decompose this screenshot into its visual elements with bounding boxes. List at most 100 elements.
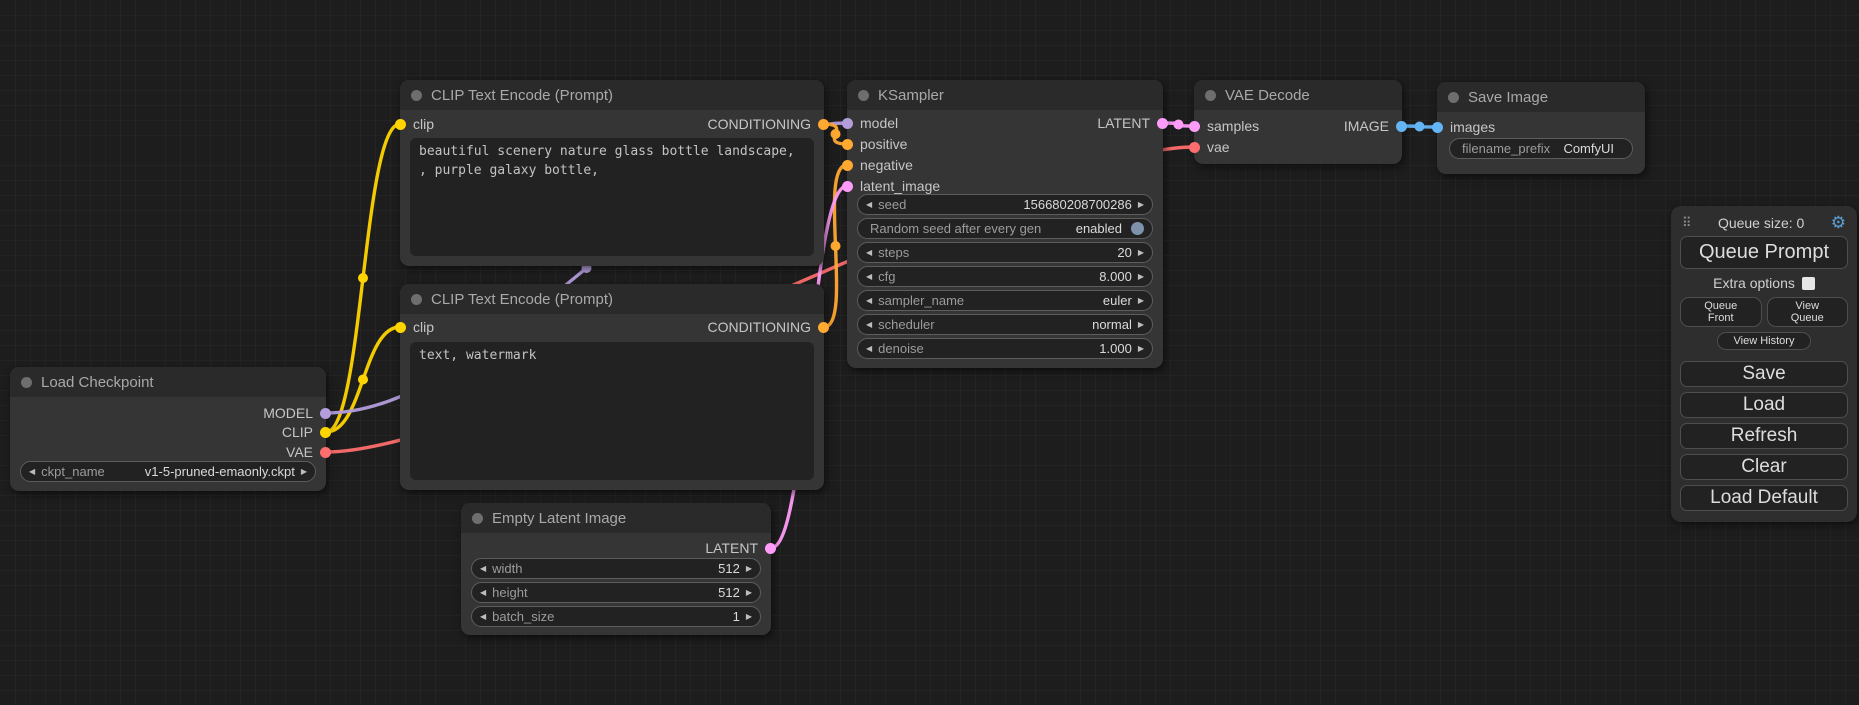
output-dot-latent[interactable] [1157,118,1168,129]
input-dot-model[interactable] [842,118,853,129]
link-midpoint-dot[interactable] [358,273,368,283]
arrow-right-icon[interactable]: ▶ [1138,201,1144,209]
output-slot-clip[interactable]: CLIP [282,422,331,442]
input-slot-model[interactable]: model [842,113,898,133]
link-midpoint-dot[interactable] [831,129,841,139]
link-midpoint-dot[interactable] [831,241,841,251]
output-dot-latent[interactable] [765,543,776,554]
node-ksampler[interactable]: KSampler model positive negative latent_… [847,80,1163,368]
arrow-right-icon[interactable]: ▶ [746,589,752,597]
collapse-dot-icon[interactable] [21,377,32,388]
node-title-bar[interactable]: CLIP Text Encode (Prompt) [400,284,824,314]
widget-steps[interactable]: ◀ steps 20 ▶ [857,242,1153,263]
output-dot-conditioning[interactable] [818,322,829,333]
output-slot-latent[interactable]: LATENT [1097,113,1168,133]
output-slot-vae[interactable]: VAE [286,442,331,462]
queue-front-button[interactable]: Queue Front [1680,297,1762,327]
output-slot-conditioning[interactable]: CONDITIONING [708,317,829,337]
node-clip-text-encode-negative[interactable]: CLIP Text Encode (Prompt) clip CONDITION… [400,284,824,490]
save-button[interactable]: Save [1680,361,1848,387]
node-title-bar[interactable]: CLIP Text Encode (Prompt) [400,80,824,110]
arrow-left-icon[interactable]: ◀ [29,468,35,476]
arrow-left-icon[interactable]: ◀ [866,273,872,281]
arrow-left-icon[interactable]: ◀ [480,565,486,573]
node-title-bar[interactable]: Load Checkpoint [10,367,326,397]
collapse-dot-icon[interactable] [1205,90,1216,101]
arrow-left-icon[interactable]: ◀ [480,589,486,597]
input-dot-samples[interactable] [1189,121,1200,132]
input-dot-clip[interactable] [395,119,406,130]
output-slot-image[interactable]: IMAGE [1344,116,1407,136]
arrow-right-icon[interactable]: ▶ [1138,273,1144,281]
node-clip-text-encode-positive[interactable]: CLIP Text Encode (Prompt) clip CONDITION… [400,80,824,266]
input-slot-positive[interactable]: positive [842,134,907,154]
input-dot-positive[interactable] [842,139,853,150]
node-graph-canvas[interactable]: Load Checkpoint MODEL CLIP VAE ◀ ckpt_na… [0,0,1859,705]
clear-button[interactable]: Clear [1680,454,1848,480]
widget-denoise[interactable]: ◀ denoise 1.000 ▶ [857,338,1153,359]
output-dot-conditioning[interactable] [818,119,829,130]
positive-prompt-textarea[interactable]: beautiful scenery nature glass bottle la… [410,138,814,256]
queue-prompt-button[interactable]: Queue Prompt [1680,236,1848,269]
link-midpoint-dot[interactable] [358,375,368,385]
input-slot-negative[interactable]: negative [842,155,913,175]
load-default-button[interactable]: Load Default [1680,485,1848,511]
arrow-left-icon[interactable]: ◀ [866,201,872,209]
widget-seed[interactable]: ◀ seed 156680208700286 ▶ [857,194,1153,215]
widget-width[interactable]: ◀ width 512 ▶ [471,558,761,579]
input-slot-latent-image[interactable]: latent_image [842,176,940,196]
collapse-dot-icon[interactable] [411,90,422,101]
output-slot-conditioning[interactable]: CONDITIONING [708,114,829,134]
link-midpoint-dot[interactable] [1174,120,1184,130]
collapse-dot-icon[interactable] [472,513,483,524]
arrow-right-icon[interactable]: ▶ [301,468,307,476]
collapse-dot-icon[interactable] [858,90,869,101]
settings-gear-icon[interactable]: ⚙ [1831,214,1846,231]
view-queue-button[interactable]: View Queue [1767,297,1849,327]
arrow-left-icon[interactable]: ◀ [866,321,872,329]
output-dot-model[interactable] [320,408,331,419]
node-load-checkpoint[interactable]: Load Checkpoint MODEL CLIP VAE ◀ ckpt_na… [10,367,326,491]
node-vae-decode[interactable]: VAE Decode samples vae IMAGE [1194,80,1402,164]
output-slot-latent[interactable]: LATENT [705,538,776,558]
output-dot-image[interactable] [1396,121,1407,132]
drag-handle-icon[interactable]: ⠿ [1682,215,1692,231]
input-slot-clip[interactable]: clip [395,317,434,337]
input-slot-vae[interactable]: vae [1189,137,1230,157]
arrow-left-icon[interactable]: ◀ [866,297,872,305]
arrow-right-icon[interactable]: ▶ [746,613,752,621]
input-dot-vae[interactable] [1189,142,1200,153]
input-dot-negative[interactable] [842,160,853,171]
widget-sampler-name[interactable]: ◀ sampler_name euler ▶ [857,290,1153,311]
node-title-bar[interactable]: VAE Decode [1194,80,1402,110]
arrow-right-icon[interactable]: ▶ [1138,345,1144,353]
collapse-dot-icon[interactable] [1448,92,1459,103]
widget-random-seed-toggle[interactable]: Random seed after every gen enabled [857,218,1153,239]
widget-batch-size[interactable]: ◀ batch_size 1 ▶ [471,606,761,627]
widget-scheduler[interactable]: ◀ scheduler normal ▶ [857,314,1153,335]
output-dot-clip[interactable] [320,427,331,438]
collapse-dot-icon[interactable] [411,294,422,305]
link-midpoint-dot[interactable] [1415,122,1425,132]
widget-ckpt-name[interactable]: ◀ ckpt_name v1-5-pruned-emaonly.ckpt ▶ [20,461,316,482]
node-title-bar[interactable]: Save Image [1437,82,1645,112]
arrow-left-icon[interactable]: ◀ [866,249,872,257]
widget-height[interactable]: ◀ height 512 ▶ [471,582,761,603]
node-title-bar[interactable]: KSampler [847,80,1163,110]
arrow-right-icon[interactable]: ▶ [1138,249,1144,257]
arrow-right-icon[interactable]: ▶ [1138,297,1144,305]
refresh-button[interactable]: Refresh [1680,423,1848,449]
node-save-image[interactable]: Save Image images filename_prefix ComfyU… [1437,82,1645,174]
widget-cfg[interactable]: ◀ cfg 8.000 ▶ [857,266,1153,287]
input-dot-latent-image[interactable] [842,181,853,192]
input-dot-images[interactable] [1432,122,1443,133]
arrow-left-icon[interactable]: ◀ [480,613,486,621]
arrow-left-icon[interactable]: ◀ [866,345,872,353]
arrow-right-icon[interactable]: ▶ [1138,321,1144,329]
load-button[interactable]: Load [1680,392,1848,418]
arrow-right-icon[interactable]: ▶ [746,565,752,573]
negative-prompt-textarea[interactable]: text, watermark [410,342,814,480]
node-title-bar[interactable]: Empty Latent Image [461,503,771,533]
output-slot-model[interactable]: MODEL [263,403,331,423]
input-dot-clip[interactable] [395,322,406,333]
